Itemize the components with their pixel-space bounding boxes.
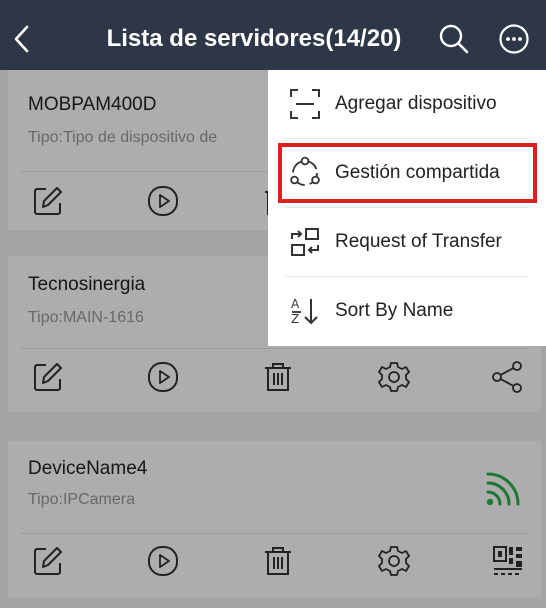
app-header: Lista de servidores(14/20): [0, 0, 546, 70]
sort-az-icon: A Z: [291, 297, 318, 326]
highlight-box: [278, 143, 537, 203]
more-menu: Agregar dispositivo Gestión compartida R…: [268, 70, 546, 346]
menu-item-sort-by-name[interactable]: A Z Sort By Name: [268, 277, 546, 345]
menu-item-add-device[interactable]: Agregar dispositivo: [268, 70, 546, 138]
search-button[interactable]: [434, 16, 474, 62]
search-icon: [439, 24, 469, 54]
transfer-icon: [291, 228, 319, 256]
more-button[interactable]: [494, 16, 534, 62]
more-circle-icon: [499, 24, 529, 54]
scan-icon: [290, 89, 320, 119]
menu-item-request-transfer[interactable]: Request of Transfer: [268, 208, 546, 276]
menu-item-label: Sort By Name: [335, 300, 454, 321]
menu-item-label: Request of Transfer: [335, 231, 502, 252]
svg-text:A: A: [291, 297, 300, 311]
svg-text:Z: Z: [291, 312, 299, 326]
menu-item-label: Agregar dispositivo: [335, 93, 497, 114]
